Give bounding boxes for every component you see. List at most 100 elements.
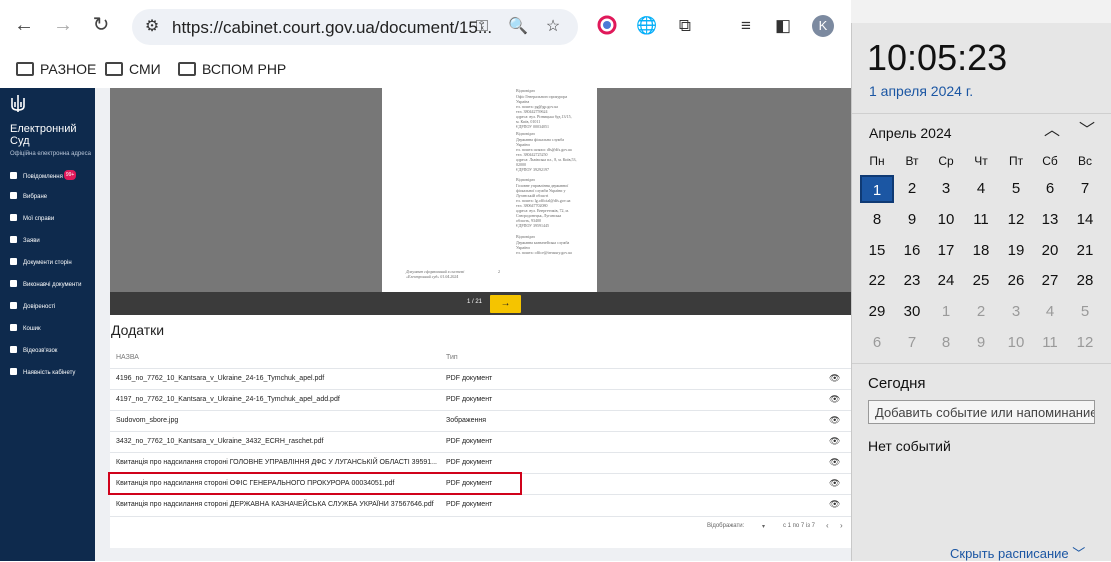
eye-icon[interactable]: 👁: [829, 395, 840, 404]
sidebar-item-trash[interactable]: Кошик: [10, 324, 41, 334]
calendar-day[interactable]: 5: [999, 175, 1033, 203]
address-url[interactable]: https://cabinet.court.gov.ua/document/15…: [172, 18, 492, 38]
chevron-up-icon[interactable]: ︿: [1042, 121, 1062, 141]
table-row[interactable]: Квитанція про надсилання стороні ГОЛОВНЕ…: [110, 452, 851, 473]
calendar-day[interactable]: 14: [1068, 206, 1102, 234]
calendar-day[interactable]: 9: [895, 206, 929, 234]
calendar-day[interactable]: 8: [929, 329, 963, 357]
attachment-name[interactable]: 3432_no_7762_10_Kantsara_v_Ukraine_3432_…: [116, 438, 323, 445]
forward-icon[interactable]: →: [52, 14, 74, 36]
bookmark-folder-vspom[interactable]: ВСПОМ РНР: [178, 59, 286, 79]
table-row[interactable]: 4196_no_7762_10_Kantsara_v_Ukraine_24-16…: [110, 368, 851, 389]
prev-page-icon[interactable]: ‹: [826, 521, 829, 530]
attachment-name[interactable]: 4196_no_7762_10_Kantsara_v_Ukraine_24-16…: [116, 375, 324, 382]
calendar-day[interactable]: 7: [1068, 175, 1102, 203]
calendar-day[interactable]: 6: [1033, 175, 1067, 203]
calendar-day[interactable]: 26: [999, 267, 1033, 295]
back-icon[interactable]: ←: [13, 14, 35, 36]
sidebar-item-enforcement-documents[interactable]: Виконавчі документи: [10, 280, 81, 290]
calendar-day[interactable]: 5: [1068, 298, 1102, 326]
add-event-input[interactable]: Добавить событие или напоминание: [868, 400, 1095, 424]
calendar-day[interactable]: 2: [964, 298, 998, 326]
calendar-day[interactable]: 10: [929, 206, 963, 234]
eye-icon[interactable]: 👁: [829, 458, 840, 467]
sidebar-item-notifications[interactable]: Повідомлення 99+: [10, 170, 77, 180]
clock-date[interactable]: 1 апреля 2024 г.: [869, 83, 973, 99]
sidebar-item-party-documents[interactable]: Документи сторін: [10, 258, 72, 268]
calendar-day[interactable]: 23: [895, 267, 929, 295]
calendar-day[interactable]: 18: [964, 237, 998, 265]
sidebar-item-favorites[interactable]: Вибране: [10, 192, 47, 202]
sidebar-item-my-cases[interactable]: Мої справи: [10, 214, 54, 224]
table-row[interactable]: 3432_no_7762_10_Kantsara_v_Ukraine_3432_…: [110, 431, 851, 452]
next-page-icon[interactable]: ›: [840, 521, 843, 530]
zoom-icon[interactable]: 🔍: [508, 17, 528, 37]
calendar-day[interactable]: 8: [860, 206, 894, 234]
eye-icon[interactable]: 👁: [829, 437, 840, 446]
calendar-day[interactable]: 3: [999, 298, 1033, 326]
sidebar-item-video-call[interactable]: Відеозв'язок: [10, 346, 57, 356]
calendar-month[interactable]: Апрель 2024: [869, 125, 952, 141]
calendar-day[interactable]: 25: [964, 267, 998, 295]
column-header-type[interactable]: Тип: [446, 354, 458, 361]
key-icon[interactable]: ⚿: [472, 17, 492, 37]
calendar-day[interactable]: 9: [964, 329, 998, 357]
calendar-day[interactable]: 4: [1033, 298, 1067, 326]
calendar-day[interactable]: 4: [964, 175, 998, 203]
column-header-name[interactable]: НАЗВА: [116, 354, 139, 361]
calendar-day[interactable]: 1: [929, 298, 963, 326]
table-row[interactable]: 4197_no_7762_10_Kantsara_v_Ukraine_24-16…: [110, 389, 851, 410]
calendar-day[interactable]: 22: [860, 267, 894, 295]
calendar-day[interactable]: 29: [860, 298, 894, 326]
table-row[interactable]: Sudovom_sbore.jpg Зображення 👁: [110, 410, 851, 431]
site-settings-icon[interactable]: ⚙: [142, 17, 162, 37]
hide-schedule-link[interactable]: Скрыть расписание ﹀: [950, 543, 1085, 562]
calendar-day[interactable]: 12: [999, 206, 1033, 234]
sidebar-item-applications[interactable]: Заяви: [10, 236, 40, 246]
reload-icon[interactable]: ↻: [90, 14, 112, 36]
attachment-name[interactable]: 4197_no_7762_10_Kantsara_v_Ukraine_24-16…: [116, 396, 340, 403]
side-panel-icon[interactable]: ◧: [772, 15, 794, 37]
profile-avatar[interactable]: K: [812, 15, 834, 37]
calendar-day[interactable]: 27: [1033, 267, 1067, 295]
calendar-day[interactable]: 10: [999, 329, 1033, 357]
star-icon[interactable]: ☆: [543, 17, 563, 37]
calendar-day[interactable]: 17: [929, 237, 963, 265]
calendar-day[interactable]: 21: [1068, 237, 1102, 265]
attachment-name[interactable]: Sudovom_sbore.jpg: [116, 417, 178, 424]
calendar-day[interactable]: 30: [895, 298, 929, 326]
address-bar[interactable]: ⚙ https://cabinet.court.gov.ua/document/…: [132, 9, 578, 45]
calendar-day[interactable]: 7: [895, 329, 929, 357]
calendar-day[interactable]: 20: [1033, 237, 1067, 265]
sidebar-item-cabinet-presence[interactable]: Наявність кабінету: [10, 368, 75, 378]
table-row[interactable]: Квитанція про надсилання стороні ДЕРЖАВН…: [110, 494, 851, 515]
sidebar-item-powers-of-attorney[interactable]: Довіреності: [10, 302, 55, 312]
calendar-day[interactable]: 11: [964, 206, 998, 234]
calendar-day[interactable]: 28: [1068, 267, 1102, 295]
eye-icon[interactable]: 👁: [829, 479, 840, 488]
color-picker-extension-icon[interactable]: [596, 15, 618, 37]
calendar-day[interactable]: 3: [929, 175, 963, 203]
next-page-button[interactable]: →: [490, 295, 521, 313]
bookmark-folder-smi[interactable]: СМИ: [105, 59, 161, 79]
attachment-name[interactable]: Квитанція про надсилання стороні ГОЛОВНЕ…: [116, 459, 437, 466]
globe-icon[interactable]: 🌐: [636, 15, 658, 37]
calendar-day[interactable]: 6: [860, 329, 894, 357]
eye-icon[interactable]: 👁: [829, 500, 840, 509]
calendar-day[interactable]: 16: [895, 237, 929, 265]
calendar-day[interactable]: 12: [1068, 329, 1102, 357]
calendar-day[interactable]: 13: [1033, 206, 1067, 234]
calendar-day[interactable]: 19: [999, 237, 1033, 265]
media-queue-icon[interactable]: ≡: [735, 15, 757, 37]
calendar-day[interactable]: 15: [860, 237, 894, 265]
per-page-select-icon[interactable]: ▾: [762, 523, 765, 530]
calendar-day[interactable]: 24: [929, 267, 963, 295]
attachment-name[interactable]: Квитанція про надсилання стороні ДЕРЖАВН…: [116, 501, 434, 508]
calendar-day[interactable]: 1: [860, 175, 894, 203]
eye-icon[interactable]: 👁: [829, 416, 840, 425]
calendar-day[interactable]: 2: [895, 175, 929, 203]
bookmark-folder-raznoe[interactable]: РАЗНОЕ: [16, 59, 96, 79]
chevron-down-icon[interactable]: ﹀: [1077, 121, 1097, 141]
extensions-icon[interactable]: ⧉: [674, 15, 696, 37]
calendar-day[interactable]: 11: [1033, 329, 1067, 357]
